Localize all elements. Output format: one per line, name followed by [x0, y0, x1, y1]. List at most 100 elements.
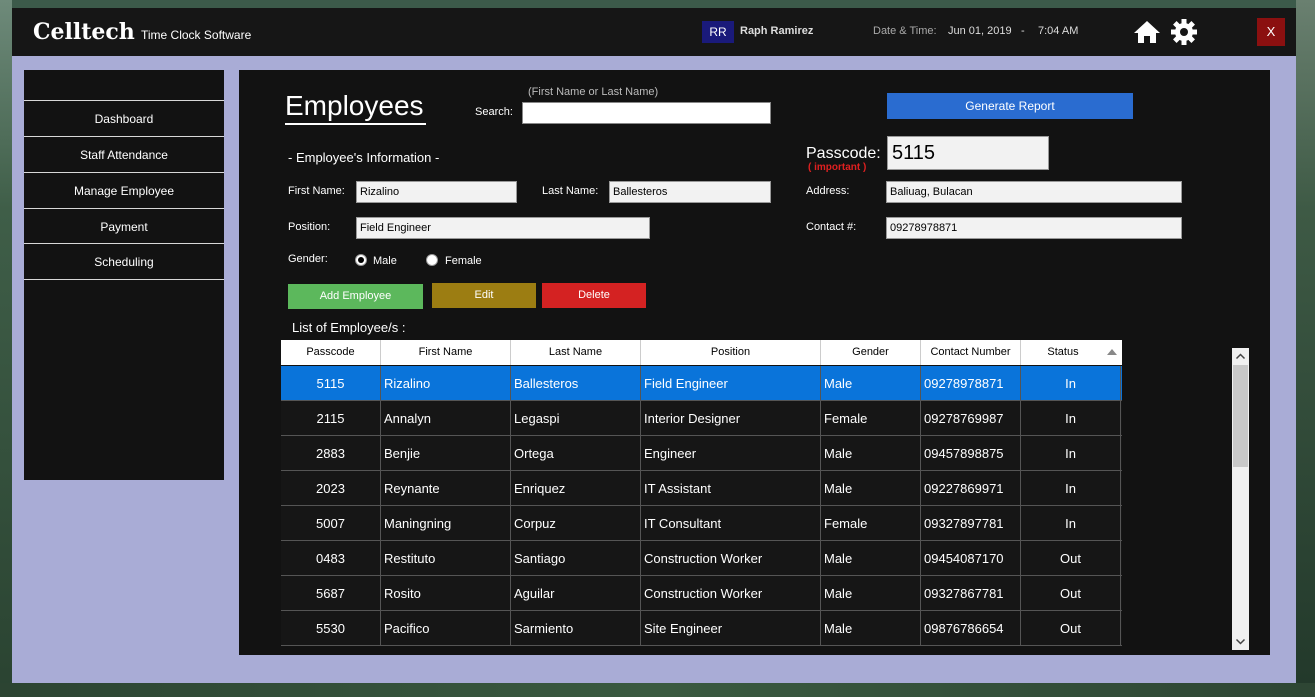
column-header-last-name[interactable]: Last Name [511, 340, 641, 365]
sidebar-item-manage-employee[interactable]: Manage Employee [24, 172, 224, 208]
scroll-thumb[interactable] [1233, 365, 1248, 467]
cell-contact-number: 09876786654 [921, 611, 1021, 646]
cell-contact-number: 09327867781 [921, 576, 1021, 611]
cell-last-name: Santiago [511, 541, 641, 576]
employee-table: Passcode First Name Last Name Position G… [281, 340, 1122, 655]
title-bar: Celltech Time Clock Software RR Raph Ram… [12, 8, 1296, 56]
add-employee-button[interactable]: Add Employee [288, 284, 423, 309]
cell-position: IT Assistant [641, 471, 821, 506]
cell-last-name: Corpuz [511, 506, 641, 541]
cell-gender: Male [821, 471, 921, 506]
position-field[interactable]: Field Engineer [356, 217, 650, 239]
cell-position: Field Engineer [641, 366, 821, 401]
cell-status: In [1021, 471, 1121, 506]
home-icon[interactable] [1133, 20, 1161, 44]
passcode-label: Passcode: [806, 145, 881, 162]
scroll-up-icon[interactable] [1232, 348, 1249, 365]
search-label: Search: [475, 106, 513, 118]
cell-passcode: 0483 [281, 541, 381, 576]
cell-passcode: 2023 [281, 471, 381, 506]
gear-icon[interactable] [1170, 18, 1198, 46]
close-button[interactable]: X [1257, 18, 1285, 46]
cell-contact-number: 09278769987 [921, 401, 1021, 436]
cell-gender: Male [821, 366, 921, 401]
gender-female-label: Female [445, 255, 482, 267]
avatar[interactable]: RR [702, 21, 734, 43]
sidebar-item-scheduling[interactable]: Scheduling [24, 243, 224, 279]
table-row[interactable]: 2023 Reynante Enriquez IT Assistant Male… [281, 471, 1122, 506]
cell-first-name: Rizalino [381, 366, 511, 401]
cell-position: Interior Designer [641, 401, 821, 436]
last-name-field[interactable]: Ballesteros [609, 181, 771, 203]
column-header-gender[interactable]: Gender [821, 340, 921, 365]
brand-subtitle: Time Clock Software [141, 28, 252, 42]
cell-position: IT Consultant [641, 506, 821, 541]
first-name-field[interactable]: Rizalino [356, 181, 517, 203]
column-header-position[interactable]: Position [641, 340, 821, 365]
employee-list-title: List of Employee/s : [292, 320, 406, 335]
cell-status: Out [1021, 611, 1121, 646]
gender-label: Gender: [288, 253, 328, 265]
table-row[interactable]: 5687 Rosito Aguilar Construction Worker … [281, 576, 1122, 611]
cell-last-name: Sarmiento [511, 611, 641, 646]
datetime-label: Date & Time: [873, 25, 937, 37]
gender-male-radio[interactable] [355, 254, 367, 266]
cell-passcode: 5530 [281, 611, 381, 646]
search-input[interactable] [522, 102, 771, 124]
cell-position: Construction Worker [641, 576, 821, 611]
contact-field[interactable]: 09278978871 [886, 217, 1182, 239]
column-header-contact-number[interactable]: Contact Number [921, 340, 1021, 365]
table-scrollbar[interactable] [1232, 348, 1249, 650]
sidebar-item-dashboard[interactable]: Dashboard [24, 100, 224, 136]
cell-first-name: Reynante [381, 471, 511, 506]
cell-contact-number: 09327897781 [921, 506, 1021, 541]
address-field[interactable]: Baliuag, Bulacan [886, 181, 1182, 203]
edit-button[interactable]: Edit [432, 283, 536, 308]
cell-first-name: Rosito [381, 576, 511, 611]
table-header: Passcode First Name Last Name Position G… [281, 340, 1122, 365]
sidebar-item-staff-attendance[interactable]: Staff Attendance [24, 136, 224, 172]
column-header-status[interactable]: Status [1021, 340, 1105, 365]
delete-button[interactable]: Delete [542, 283, 646, 308]
table-row[interactable]: 2883 Benjie Ortega Engineer Male 0945789… [281, 436, 1122, 471]
cell-status: In [1021, 401, 1121, 436]
background-forest-left [0, 0, 12, 697]
current-date: Jun 01, 2019 [948, 25, 1012, 37]
scroll-down-icon[interactable] [1232, 633, 1249, 650]
cell-first-name: Benjie [381, 436, 511, 471]
table-row[interactable]: 5115 Rizalino Ballesteros Field Engineer… [281, 366, 1122, 401]
cell-passcode: 2883 [281, 436, 381, 471]
cell-gender: Male [821, 576, 921, 611]
contact-label: Contact #: [806, 221, 857, 233]
datetime-separator: - [1021, 25, 1025, 37]
cell-first-name: Restituto [381, 541, 511, 576]
position-label: Position: [288, 221, 331, 233]
column-header-first-name[interactable]: First Name [381, 340, 511, 365]
sidebar-divider [24, 279, 224, 280]
cell-gender: Female [821, 401, 921, 436]
generate-report-button[interactable]: Generate Report [887, 93, 1133, 119]
passcode-field[interactable]: 5115 [887, 136, 1049, 170]
gender-female-radio[interactable] [426, 254, 438, 266]
cell-status: In [1021, 366, 1121, 401]
address-label: Address: [806, 185, 850, 197]
sidebar-item-payment[interactable]: Payment [24, 208, 224, 244]
cell-status: In [1021, 436, 1121, 471]
cell-passcode: 5687 [281, 576, 381, 611]
cell-last-name: Ortega [511, 436, 641, 471]
gender-male-label: Male [373, 255, 397, 267]
cell-gender: Male [821, 541, 921, 576]
table-row[interactable]: 5007 Maningning Corpuz IT Consultant Fem… [281, 506, 1122, 541]
cell-contact-number: 09278978871 [921, 366, 1021, 401]
app-window: Celltech Time Clock Software RR Raph Ram… [12, 8, 1296, 683]
cell-first-name: Annalyn [381, 401, 511, 436]
cell-contact-number: 09227869971 [921, 471, 1021, 506]
table-row[interactable]: 5530 Pacifico Sarmiento Site Engineer Ma… [281, 611, 1122, 646]
table-row[interactable]: 2115 Annalyn Legaspi Interior Designer F… [281, 401, 1122, 436]
column-header-passcode[interactable]: Passcode [281, 340, 381, 365]
cell-passcode: 5007 [281, 506, 381, 541]
brand-logo: Celltech [33, 19, 135, 45]
table-row[interactable]: 0483 Restituto Santiago Construction Wor… [281, 541, 1122, 576]
cell-passcode: 5115 [281, 366, 381, 401]
cell-position: Engineer [641, 436, 821, 471]
